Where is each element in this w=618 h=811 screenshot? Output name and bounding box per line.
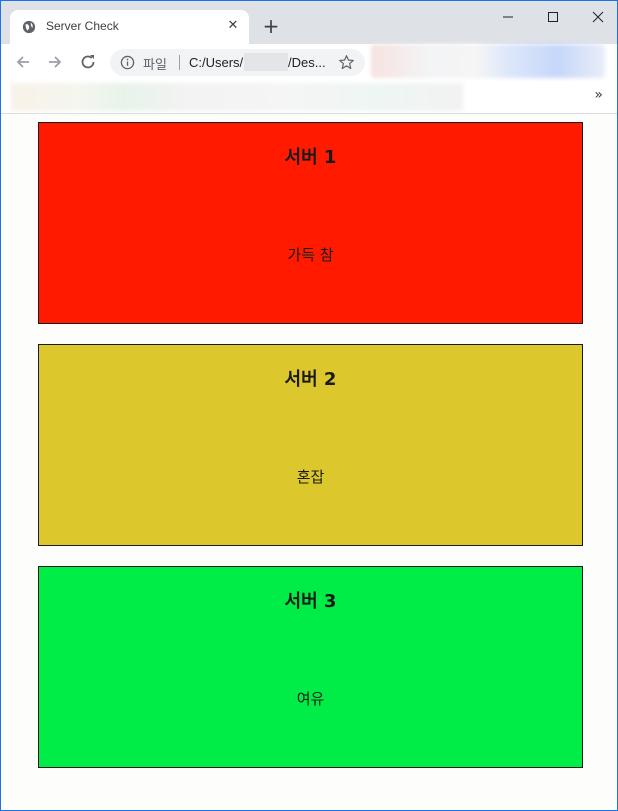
server-status: 여유	[296, 690, 325, 708]
new-tab-button[interactable]: +	[261, 16, 281, 36]
server-name: 서버 1	[284, 147, 337, 168]
arrow-left-icon[interactable]	[13, 52, 33, 72]
page-content: 서버 1 가득 참 서버 2 혼잡 서버 3 여유	[1, 114, 617, 810]
maximize-icon[interactable]	[531, 1, 577, 33]
bookmarks-blurred	[11, 83, 463, 111]
star-icon[interactable]	[338, 54, 355, 71]
server-status: 가득 참	[287, 246, 334, 264]
minimize-icon[interactable]	[485, 1, 531, 33]
server-status: 혼잡	[296, 468, 325, 486]
arrow-right-icon[interactable]	[45, 52, 65, 72]
browser-window: Server Check ✕ + 파일 C:/Users/ /Des... » …	[0, 0, 618, 811]
url-prefix: C:/Users/	[189, 55, 244, 70]
info-icon[interactable]	[120, 55, 135, 70]
bookmarks-bar: »	[1, 81, 617, 114]
reload-icon[interactable]	[78, 52, 98, 72]
tab-strip: Server Check ✕ +	[1, 1, 617, 44]
tab-close-icon[interactable]: ✕	[225, 18, 241, 34]
close-icon[interactable]	[573, 1, 618, 33]
url-redacted-segment	[244, 53, 288, 71]
omnibox-divider	[179, 55, 180, 70]
toolbar: 파일 C:/Users/ /Des...	[1, 44, 617, 81]
tab-title: Server Check	[46, 19, 119, 33]
server-card: 서버 3 여유	[38, 566, 583, 768]
url-suffix: /Des...	[288, 55, 326, 70]
bookmarks-overflow-icon[interactable]: »	[594, 87, 603, 103]
extensions-area-blurred	[371, 44, 605, 78]
server-card: 서버 2 혼잡	[38, 344, 583, 546]
server-name: 서버 2	[284, 369, 337, 390]
server-card: 서버 1 가득 참	[38, 122, 583, 324]
server-name: 서버 3	[284, 591, 337, 612]
globe-icon	[22, 20, 36, 34]
tab-server-check[interactable]: Server Check ✕	[10, 10, 249, 44]
scheme-label: 파일	[143, 58, 167, 73]
address-bar[interactable]: 파일 C:/Users/ /Des...	[110, 49, 365, 76]
